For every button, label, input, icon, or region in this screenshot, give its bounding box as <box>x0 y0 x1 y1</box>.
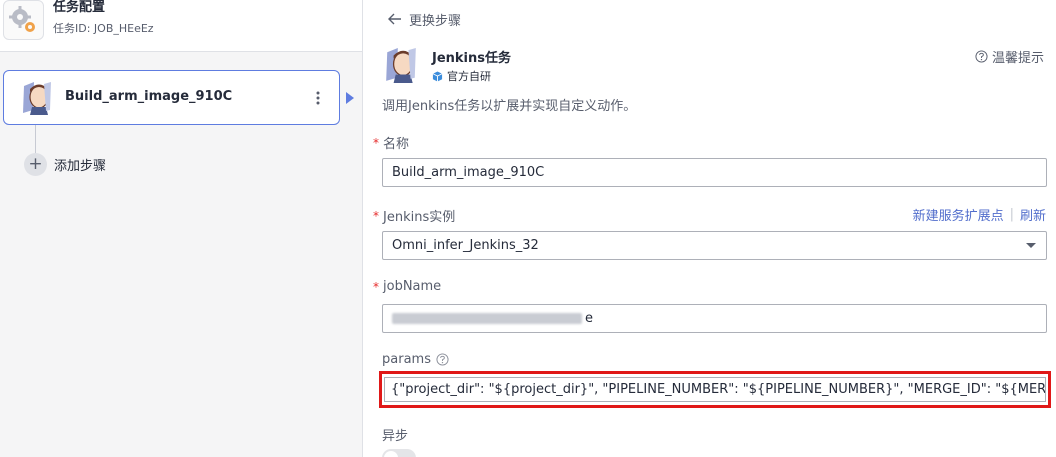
async-label-text: 异步 <box>382 429 409 444</box>
instance-select-value: Omni_infer_Jenkins_32 <box>392 238 539 253</box>
name-field-label: * 名称 <box>373 133 410 153</box>
task-title: 任务配置 <box>53 0 106 15</box>
jobname-field-label: * jobName <box>373 279 441 294</box>
params-label-text: params <box>382 352 431 367</box>
jobname-label-text: jobName <box>383 279 442 294</box>
instance-label-text: Jenkins实例 <box>383 210 456 225</box>
official-badge-label: 官方自研 <box>447 70 491 83</box>
refresh-link[interactable]: 刷新 <box>1020 205 1046 224</box>
async-field-label: 异步 <box>382 425 408 444</box>
params-input[interactable]: {"project_dir": "${project_dir}", "PIPEL… <box>384 377 1046 402</box>
jenkins-plugin-icon <box>383 44 419 86</box>
change-step-button[interactable]: 更换步骤 <box>387 10 462 29</box>
plugin-title: Jenkins任务 <box>432 51 512 66</box>
step-card-build-arm-image[interactable]: Build_arm_image_910C <box>3 70 340 125</box>
selected-step-arrow-icon <box>346 92 354 104</box>
jenkins-icon <box>20 80 54 116</box>
step-detail-panel: 更换步骤 Jenkins任务 官方自研 温馨提示 调用Jenkins任务以扩展并… <box>362 0 1056 457</box>
toggle-knob <box>384 451 398 457</box>
question-circle-icon <box>975 50 988 63</box>
redacted-text <box>392 313 582 324</box>
params-field-label: params <box>382 352 449 367</box>
required-mark: * <box>373 135 379 150</box>
link-divider: | <box>1009 207 1014 222</box>
step-name: Build_arm_image_910C <box>65 89 233 104</box>
task-id: 任务ID: JOB_HEeEz <box>53 22 154 35</box>
question-circle-icon[interactable] <box>436 353 449 366</box>
new-extension-link[interactable]: 新建服务扩展点 <box>913 205 1004 224</box>
instance-select[interactable]: Omni_infer_Jenkins_32 <box>382 231 1047 260</box>
pipeline-panel: 任务配置 任务ID: JOB_HEeEz Build_arm_image_910… <box>0 0 362 457</box>
plus-icon: + <box>24 152 47 176</box>
official-badge: 官方自研 <box>432 68 491 84</box>
instance-field-label: * Jenkins实例 <box>373 206 456 226</box>
cube-icon <box>432 70 443 82</box>
async-toggle[interactable] <box>382 449 416 457</box>
jobname-visible-text: e <box>585 311 593 326</box>
required-mark: * <box>373 208 379 223</box>
step-connector <box>35 125 36 155</box>
params-highlight-box: {"project_dir": "${project_dir}", "PIPEL… <box>379 371 1051 408</box>
name-label-text: 名称 <box>383 137 410 152</box>
add-step-button[interactable]: + 添加步骤 <box>24 152 106 176</box>
arrow-left-icon <box>388 13 401 25</box>
required-mark: * <box>373 279 379 294</box>
caret-down-icon <box>1026 243 1036 248</box>
add-step-label: 添加步骤 <box>54 158 107 174</box>
instance-links: 新建服务扩展点 | 刷新 <box>913 205 1046 224</box>
change-step-label: 更换步骤 <box>409 13 462 29</box>
name-input[interactable]: Build_arm_image_910C <box>382 158 1047 187</box>
more-vertical-icon[interactable] <box>308 85 328 111</box>
gear-task-icon <box>3 0 44 40</box>
jobname-input[interactable]: e <box>382 304 1047 333</box>
tips-button[interactable]: 温馨提示 <box>975 47 1044 66</box>
tips-label: 温馨提示 <box>991 51 1044 66</box>
task-header: 任务配置 任务ID: JOB_HEeEz <box>0 0 362 52</box>
plugin-description: 调用Jenkins任务以扩展并实现自定义动作。 <box>382 99 637 114</box>
